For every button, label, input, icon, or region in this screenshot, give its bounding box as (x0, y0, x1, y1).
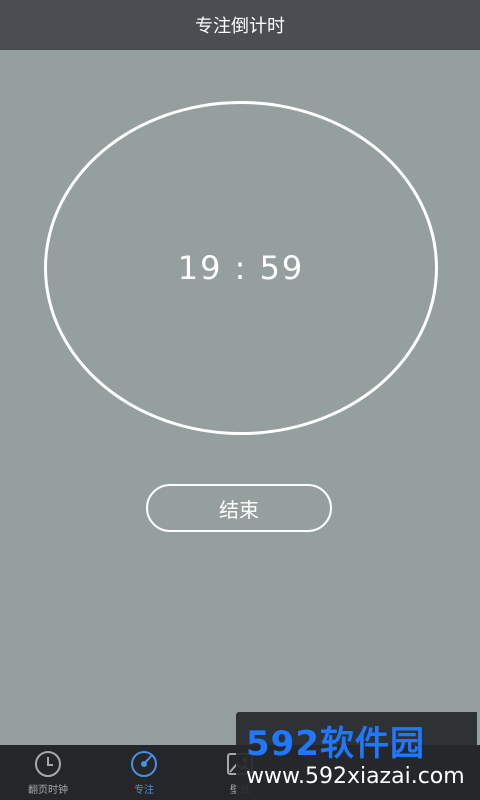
tab-focus[interactable]: 专注 (96, 745, 192, 800)
header-bar: 专注倒计时 (0, 0, 480, 50)
watermark-url: www.592xiazai.com (246, 764, 465, 789)
tab-flip-clock[interactable]: 翻页时钟 (0, 745, 96, 800)
tab-flip-clock-label: 翻页时钟 (28, 784, 68, 796)
end-button-label: 结束 (219, 497, 259, 522)
countdown-display: 19 : 59 (177, 249, 305, 287)
site-watermark: 592软件园 www.592xiazai.com (236, 712, 477, 800)
end-button[interactable]: 结束 (146, 484, 332, 532)
focus-icon (130, 750, 158, 778)
timer-ring: 19 : 59 (44, 101, 438, 435)
app-screen: 专注倒计时 19 : 59 结束 翻页时钟 专注 592软件园 www.592x… (0, 0, 480, 800)
tab-focus-label: 专注 (134, 784, 154, 796)
page-title: 专注倒计时 (195, 16, 285, 37)
watermark-logo: 592软件园 (246, 724, 425, 764)
clock-icon (34, 750, 62, 778)
